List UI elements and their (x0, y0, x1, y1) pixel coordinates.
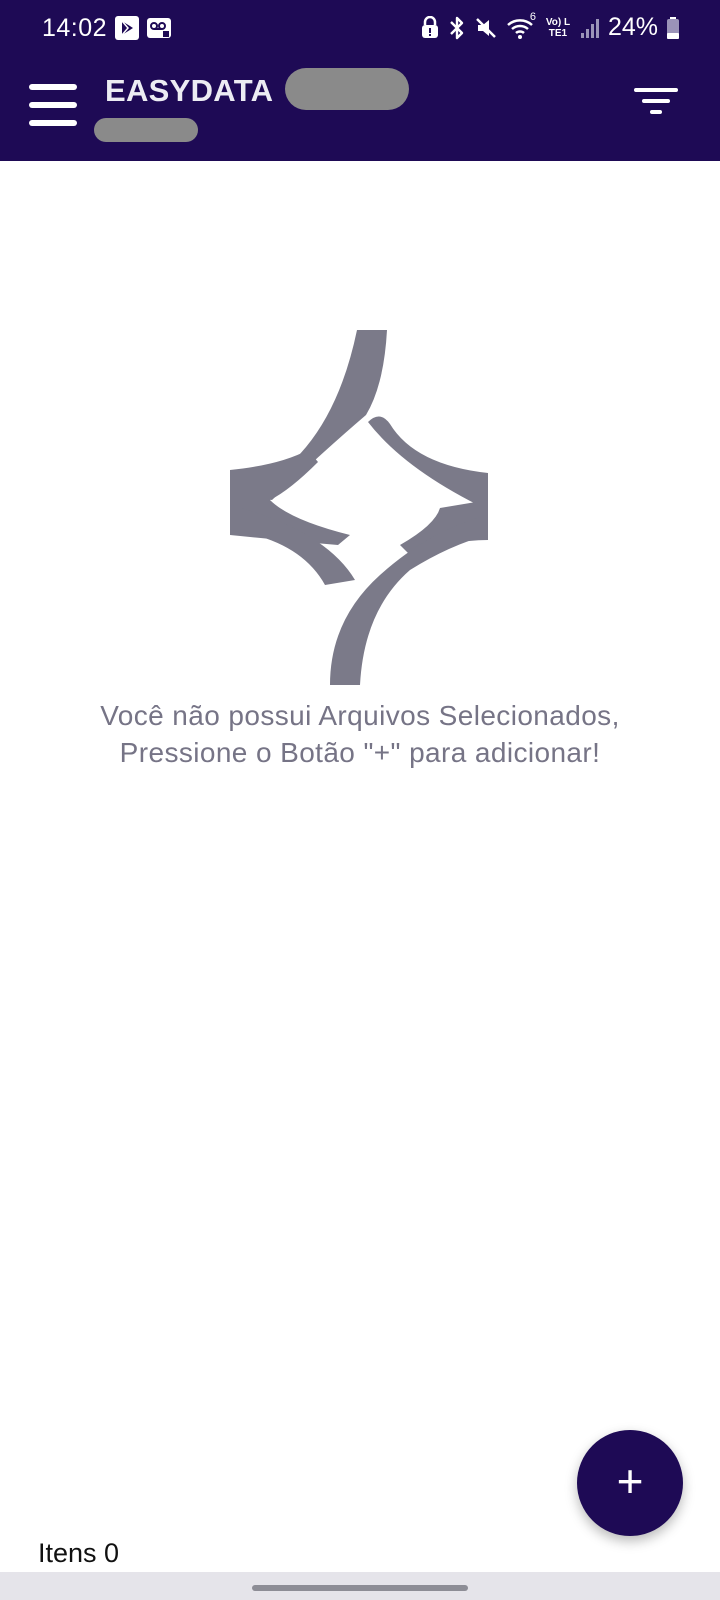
status-time: 14:02 (42, 14, 108, 42)
battery-percent: 24% (607, 13, 658, 41)
status-notification-icons (114, 15, 172, 41)
empty-state-line-2: Pressione o Botão "+" para adicionar! (119, 737, 601, 768)
redacted-subtitle (94, 118, 198, 142)
add-button[interactable]: + (577, 1430, 683, 1536)
battery-icon (667, 16, 679, 39)
home-indicator[interactable] (252, 1585, 468, 1591)
play-store-icon (115, 16, 139, 40)
items-count: Itens 0 (38, 1538, 120, 1568)
status-system-icons: 6 Vo) LTE1 24% (420, 11, 680, 42)
signal-icon (580, 18, 599, 38)
bluetooth-icon (450, 16, 464, 39)
easydata-logo (230, 330, 488, 685)
filter-button[interactable] (634, 86, 686, 122)
lock-alert-icon (421, 15, 438, 38)
menu-button[interactable] (26, 82, 80, 130)
wifi-group: 6 (506, 11, 536, 41)
app-title: EASYDATA (105, 73, 274, 108)
wifi-label: 6 (529, 10, 536, 23)
volte-lte-icon: Vo) LTE1 (545, 16, 571, 39)
empty-state-line-1: Você não possui Arquivos Selecionados, (100, 700, 620, 731)
plus-icon: + (616, 1455, 644, 1507)
status-bar: 14:02 6 Vo) LTE1 24% (0, 0, 720, 60)
app-screen: 14:02 6 Vo) LTE1 24% EASYDATA Você não p… (0, 0, 720, 1600)
voicemail-icon (147, 18, 171, 38)
app-bar: EASYDATA (0, 60, 720, 161)
redacted-title-suffix (285, 68, 409, 110)
navigation-bar (0, 1572, 720, 1600)
empty-state-message: Você não possui Arquivos Selecionados, P… (0, 697, 720, 771)
mute-icon (476, 17, 496, 38)
